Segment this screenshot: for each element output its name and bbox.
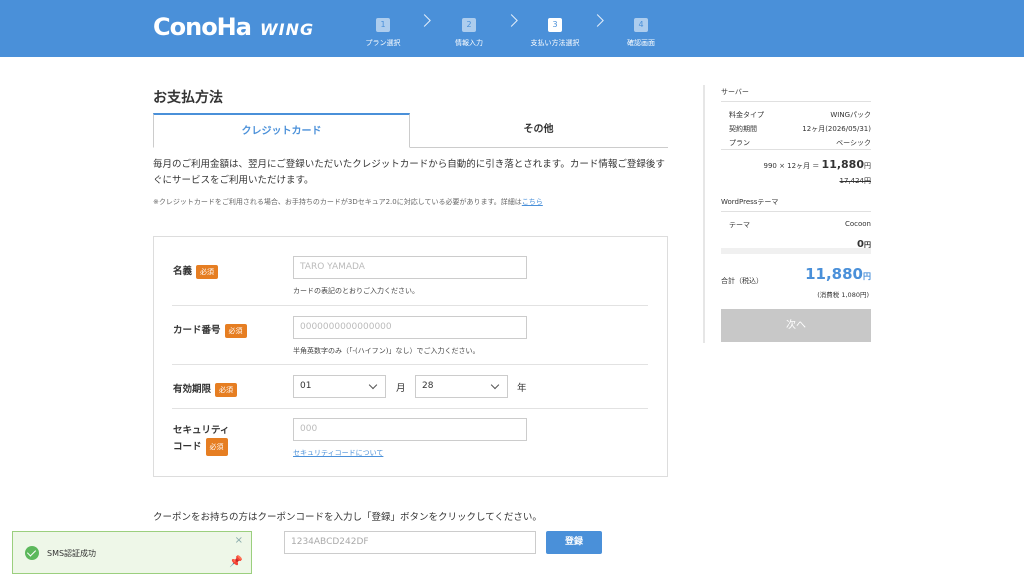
wordpress-theme-heading: WordPressテーマ <box>721 198 779 206</box>
security-label-line1: セキュリティ <box>173 425 230 436</box>
contract-period-key: 契約期間 <box>729 125 757 133</box>
expiry-year-select[interactable]: 28 <box>415 375 508 398</box>
total-amount: 11,880 <box>805 265 863 283</box>
price-yen: 円 <box>864 162 871 170</box>
required-badge: 必須 <box>196 264 219 279</box>
tab-other[interactable]: その他 <box>410 113 667 148</box>
original-price: 17,424円 <box>839 177 872 185</box>
expiry-month-value: 01 <box>300 381 312 391</box>
security-code-input[interactable]: 000 <box>293 418 527 441</box>
plan-type-value: WINGパック <box>830 111 871 119</box>
sidebar-divider <box>703 85 705 343</box>
step-label: 情報入力 <box>455 39 483 47</box>
next-button[interactable]: 次へ <box>721 309 871 342</box>
row-divider <box>172 408 648 409</box>
row-divider <box>172 364 648 365</box>
step-number: 3 <box>548 18 562 32</box>
step-label: 支払い方法選択 <box>530 39 580 47</box>
page-title: お支払方法 <box>153 90 223 106</box>
divider <box>721 101 871 102</box>
top-header: ConoHa WING 1 プラン選択 2 情報入力 3 支払い方法選択 4 確… <box>0 0 1024 57</box>
step-4: 4 確認画面 <box>601 12 681 48</box>
required-badge: 必須 <box>205 438 228 456</box>
step-label: 確認画面 <box>627 39 655 47</box>
note-text: ※クレジットカードをご利用される場合、お手持ちのカードが3Dセキュア2.0に対応… <box>153 198 522 206</box>
total-yen: 円 <box>863 272 871 281</box>
step-2: 2 情報入力 <box>429 12 509 48</box>
logo-sub-text: WING <box>259 20 315 39</box>
security-label-line2: コード <box>173 441 202 453</box>
close-icon[interactable]: × <box>235 536 243 546</box>
name-label-text: 名義 <box>173 266 193 277</box>
contract-period-value: 12ヶ月(2026/05/31) <box>802 125 871 133</box>
step-label: プラン選択 <box>365 39 401 47</box>
conoha-wing-logo[interactable]: ConoHa WING <box>153 13 314 41</box>
tax-amount: (消費税 1,080円) <box>817 291 869 299</box>
divider <box>721 211 871 212</box>
divider <box>721 149 871 150</box>
price-amount: 11,880 <box>821 158 864 171</box>
security-code-label: セキュリティ コード 必須 <box>173 424 229 456</box>
plan-key: プラン <box>729 139 750 147</box>
coupon-code-input[interactable]: 1234ABCD242DF <box>284 531 536 554</box>
step-1: 1 プラン選択 <box>343 12 423 48</box>
server-price: 990 × 12ヶ月 ＝ 11,880円 <box>764 158 872 171</box>
chevron-down-icon <box>368 380 378 390</box>
expiry-month-select[interactable]: 01 <box>293 375 386 398</box>
plan-value: ベーシック <box>836 139 871 147</box>
name-label: 名義 必須 <box>173 263 219 279</box>
tab-credit-card[interactable]: クレジットカード <box>153 113 410 148</box>
server-heading: サーバー <box>721 88 749 96</box>
pin-icon[interactable]: 📌 <box>229 556 243 567</box>
coupon-instructions: クーポンをお持ちの方はクーポンコードを入力し「登録」ボタンをクリックしてください… <box>153 512 542 523</box>
theme-separator <box>721 248 871 254</box>
plan-type-key: 料金タイプ <box>729 111 764 119</box>
card-number-input[interactable]: 0000000000000000 <box>293 316 527 339</box>
3d-secure-note: ※クレジットカードをご利用される場合、お手持ちのカードが3Dセキュア2.0に対応… <box>153 197 543 207</box>
card-number-help-text: 半角英数字のみ（「-(ハイフン)」なし）でご入力ください。 <box>293 347 480 355</box>
row-divider <box>172 305 648 306</box>
total-label: 合計（税込） <box>721 277 763 285</box>
cardholder-name-input[interactable]: TARO YAMADA <box>293 256 527 279</box>
theme-value: Cocoon <box>844 220 871 228</box>
payment-description: 毎月のご利用金額は、翌月にご登録いただいたクレジットカードから自動的に引き落とさ… <box>153 159 665 186</box>
chevron-down-icon <box>490 380 500 390</box>
check-circle-icon <box>25 546 39 560</box>
step-3: 3 支払い方法選択 <box>515 12 595 48</box>
details-link[interactable]: こちら <box>522 198 543 206</box>
card-number-label: カード番号 必須 <box>173 322 247 338</box>
theme-key: テーマ <box>729 221 750 229</box>
year-unit: 年 <box>517 383 527 394</box>
required-badge: 必須 <box>224 323 247 338</box>
expiry-label: 有効期限 必須 <box>173 381 238 397</box>
required-badge: 必須 <box>215 382 238 397</box>
sms-success-toast: SMS認証成功 × 📌 <box>12 531 252 574</box>
logo-main-text: ConoHa <box>153 13 252 41</box>
security-code-info-link[interactable]: セキュリティコードについて <box>293 448 383 458</box>
step-number: 1 <box>376 18 390 32</box>
expiry-year-value: 28 <box>422 381 434 391</box>
payment-tabs: クレジットカード その他 <box>153 113 668 148</box>
step-number: 2 <box>462 18 476 32</box>
total-price: 11,880円 <box>805 265 871 283</box>
toast-message: SMS認証成功 <box>47 549 97 558</box>
register-coupon-button[interactable]: 登録 <box>546 531 602 554</box>
price-formula: 990 × 12ヶ月 ＝ <box>763 162 820 170</box>
card-number-label-text: カード番号 <box>173 325 221 336</box>
month-unit: 月 <box>396 383 406 394</box>
step-number: 4 <box>634 18 648 32</box>
name-help-text: カードの表記のとおりご入力ください。 <box>293 287 419 295</box>
expiry-label-text: 有効期限 <box>173 384 212 395</box>
